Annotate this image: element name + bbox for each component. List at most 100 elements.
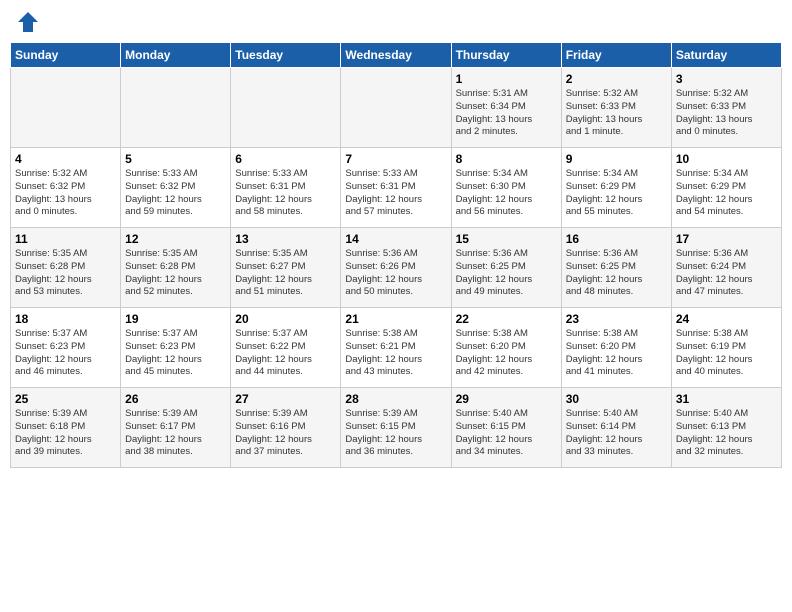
day-number: 5 xyxy=(125,152,226,166)
day-info: Sunrise: 5:35 AM Sunset: 6:27 PM Dayligh… xyxy=(235,248,336,299)
day-number: 3 xyxy=(676,72,777,86)
calendar-cell: 4Sunrise: 5:32 AM Sunset: 6:32 PM Daylig… xyxy=(11,148,121,228)
calendar-cell: 6Sunrise: 5:33 AM Sunset: 6:31 PM Daylig… xyxy=(231,148,341,228)
calendar-week-row: 11 Sunrise: 5:35 AM Sunset: 6:28 PM Dayli… xyxy=(11,228,782,308)
day-info: Sunrise: 5:36 AM Sunset: 6:24 PM Dayligh… xyxy=(676,248,777,299)
calendar-cell: 12 Sunrise: 5:35 AM Sunset: 6:28 PM Dayli… xyxy=(121,228,231,308)
page-header xyxy=(10,10,782,34)
day-number: 16 xyxy=(566,232,667,246)
day-number: 27 xyxy=(235,392,336,406)
calendar-cell: 10 Sunrise: 5:34 AM Sunset: 6:29 PM Dayli… xyxy=(671,148,781,228)
day-of-week-header: Tuesday xyxy=(231,43,341,68)
day-info: Sunrise: 5:35 AM Sunset: 6:28 PM Dayligh… xyxy=(125,248,226,299)
day-info: Sunrise: 5:33 AM Sunset: 6:32 PM Dayligh… xyxy=(125,168,226,219)
day-number: 2 xyxy=(566,72,667,86)
calendar-cell: 13 Sunrise: 5:35 AM Sunset: 6:27 PM Dayli… xyxy=(231,228,341,308)
day-number: 28 xyxy=(345,392,446,406)
day-info: Sunrise: 5:40 AM Sunset: 6:14 PM Dayligh… xyxy=(566,408,667,459)
calendar-cell: 1 Sunrise: 5:31 AM Sunset: 6:34 PM Daylig… xyxy=(451,68,561,148)
calendar-cell: 17 Sunrise: 5:36 AM Sunset: 6:24 PM Dayli… xyxy=(671,228,781,308)
day-number: 11 xyxy=(15,232,116,246)
day-info: Sunrise: 5:36 AM Sunset: 6:26 PM Dayligh… xyxy=(345,248,446,299)
calendar-cell: 8 Sunrise: 5:34 AM Sunset: 6:30 PM Daylig… xyxy=(451,148,561,228)
calendar-cell: 31 Sunrise: 5:40 AM Sunset: 6:13 PM Dayli… xyxy=(671,388,781,468)
day-number: 14 xyxy=(345,232,446,246)
day-info: Sunrise: 5:31 AM Sunset: 6:34 PM Dayligh… xyxy=(456,88,557,139)
day-number: 23 xyxy=(566,312,667,326)
calendar-cell: 18 Sunrise: 5:37 AM Sunset: 6:23 PM Dayli… xyxy=(11,308,121,388)
calendar-cell: 27Sunrise: 5:39 AM Sunset: 6:16 PM Dayli… xyxy=(231,388,341,468)
day-number: 15 xyxy=(456,232,557,246)
day-info: Sunrise: 5:36 AM Sunset: 6:25 PM Dayligh… xyxy=(456,248,557,299)
calendar-cell: 20Sunrise: 5:37 AM Sunset: 6:22 PM Dayli… xyxy=(231,308,341,388)
calendar-cell: 15 Sunrise: 5:36 AM Sunset: 6:25 PM Dayli… xyxy=(451,228,561,308)
day-of-week-header: Saturday xyxy=(671,43,781,68)
calendar-cell: 3 Sunrise: 5:32 AM Sunset: 6:33 PM Daylig… xyxy=(671,68,781,148)
calendar-cell: 5 Sunrise: 5:33 AM Sunset: 6:32 PM Daylig… xyxy=(121,148,231,228)
calendar-cell: 26 Sunrise: 5:39 AM Sunset: 6:17 PM Dayli… xyxy=(121,388,231,468)
calendar-week-row: 1 Sunrise: 5:31 AM Sunset: 6:34 PM Daylig… xyxy=(11,68,782,148)
day-info: Sunrise: 5:32 AM Sunset: 6:33 PM Dayligh… xyxy=(566,88,667,139)
day-info: Sunrise: 5:39 AM Sunset: 6:15 PM Dayligh… xyxy=(345,408,446,459)
day-info: Sunrise: 5:32 AM Sunset: 6:33 PM Dayligh… xyxy=(676,88,777,139)
day-info: Sunrise: 5:39 AM Sunset: 6:18 PM Dayligh… xyxy=(15,408,116,459)
day-of-week-header: Wednesday xyxy=(341,43,451,68)
day-of-week-header: Sunday xyxy=(11,43,121,68)
calendar-cell xyxy=(121,68,231,148)
day-number: 7 xyxy=(345,152,446,166)
day-number: 13 xyxy=(235,232,336,246)
calendar-cell: 28 Sunrise: 5:39 AM Sunset: 6:15 PM Dayli… xyxy=(341,388,451,468)
day-info: Sunrise: 5:37 AM Sunset: 6:23 PM Dayligh… xyxy=(125,328,226,379)
calendar-cell: 11 Sunrise: 5:35 AM Sunset: 6:28 PM Dayli… xyxy=(11,228,121,308)
calendar-week-row: 18 Sunrise: 5:37 AM Sunset: 6:23 PM Dayli… xyxy=(11,308,782,388)
calendar-cell: 7 Sunrise: 5:33 AM Sunset: 6:31 PM Daylig… xyxy=(341,148,451,228)
day-info: Sunrise: 5:35 AM Sunset: 6:28 PM Dayligh… xyxy=(15,248,116,299)
day-number: 1 xyxy=(456,72,557,86)
day-number: 4 xyxy=(15,152,116,166)
day-number: 12 xyxy=(125,232,226,246)
calendar-cell: 21Sunrise: 5:38 AM Sunset: 6:21 PM Dayli… xyxy=(341,308,451,388)
day-number: 21 xyxy=(345,312,446,326)
day-info: Sunrise: 5:38 AM Sunset: 6:19 PM Dayligh… xyxy=(676,328,777,379)
day-number: 29 xyxy=(456,392,557,406)
day-info: Sunrise: 5:34 AM Sunset: 6:29 PM Dayligh… xyxy=(676,168,777,219)
day-number: 17 xyxy=(676,232,777,246)
day-info: Sunrise: 5:34 AM Sunset: 6:29 PM Dayligh… xyxy=(566,168,667,219)
calendar-cell: 24 Sunrise: 5:38 AM Sunset: 6:19 PM Dayli… xyxy=(671,308,781,388)
day-info: Sunrise: 5:37 AM Sunset: 6:23 PM Dayligh… xyxy=(15,328,116,379)
day-number: 24 xyxy=(676,312,777,326)
calendar-cell xyxy=(231,68,341,148)
calendar-cell: 22 Sunrise: 5:38 AM Sunset: 6:20 PM Dayli… xyxy=(451,308,561,388)
day-info: Sunrise: 5:39 AM Sunset: 6:17 PM Dayligh… xyxy=(125,408,226,459)
day-number: 10 xyxy=(676,152,777,166)
calendar-cell: 30 Sunrise: 5:40 AM Sunset: 6:14 PM Dayli… xyxy=(561,388,671,468)
day-number: 31 xyxy=(676,392,777,406)
day-number: 9 xyxy=(566,152,667,166)
logo-icon xyxy=(16,10,40,34)
calendar-cell: 19 Sunrise: 5:37 AM Sunset: 6:23 PM Dayli… xyxy=(121,308,231,388)
day-number: 22 xyxy=(456,312,557,326)
day-number: 8 xyxy=(456,152,557,166)
calendar-cell: 29 Sunrise: 5:40 AM Sunset: 6:15 PM Dayli… xyxy=(451,388,561,468)
day-number: 30 xyxy=(566,392,667,406)
calendar-cell: 25Sunrise: 5:39 AM Sunset: 6:18 PM Dayli… xyxy=(11,388,121,468)
calendar-week-row: 4Sunrise: 5:32 AM Sunset: 6:32 PM Daylig… xyxy=(11,148,782,228)
day-number: 18 xyxy=(15,312,116,326)
day-number: 26 xyxy=(125,392,226,406)
day-number: 19 xyxy=(125,312,226,326)
day-of-week-header: Friday xyxy=(561,43,671,68)
day-number: 20 xyxy=(235,312,336,326)
calendar-cell xyxy=(341,68,451,148)
day-info: Sunrise: 5:40 AM Sunset: 6:15 PM Dayligh… xyxy=(456,408,557,459)
day-number: 6 xyxy=(235,152,336,166)
calendar-cell xyxy=(11,68,121,148)
day-info: Sunrise: 5:34 AM Sunset: 6:30 PM Dayligh… xyxy=(456,168,557,219)
calendar-week-row: 25Sunrise: 5:39 AM Sunset: 6:18 PM Dayli… xyxy=(11,388,782,468)
day-of-week-header: Thursday xyxy=(451,43,561,68)
day-info: Sunrise: 5:38 AM Sunset: 6:20 PM Dayligh… xyxy=(456,328,557,379)
day-info: Sunrise: 5:40 AM Sunset: 6:13 PM Dayligh… xyxy=(676,408,777,459)
calendar-cell: 16 Sunrise: 5:36 AM Sunset: 6:25 PM Dayli… xyxy=(561,228,671,308)
day-info: Sunrise: 5:33 AM Sunset: 6:31 PM Dayligh… xyxy=(345,168,446,219)
day-info: Sunrise: 5:36 AM Sunset: 6:25 PM Dayligh… xyxy=(566,248,667,299)
calendar-cell: 9 Sunrise: 5:34 AM Sunset: 6:29 PM Daylig… xyxy=(561,148,671,228)
